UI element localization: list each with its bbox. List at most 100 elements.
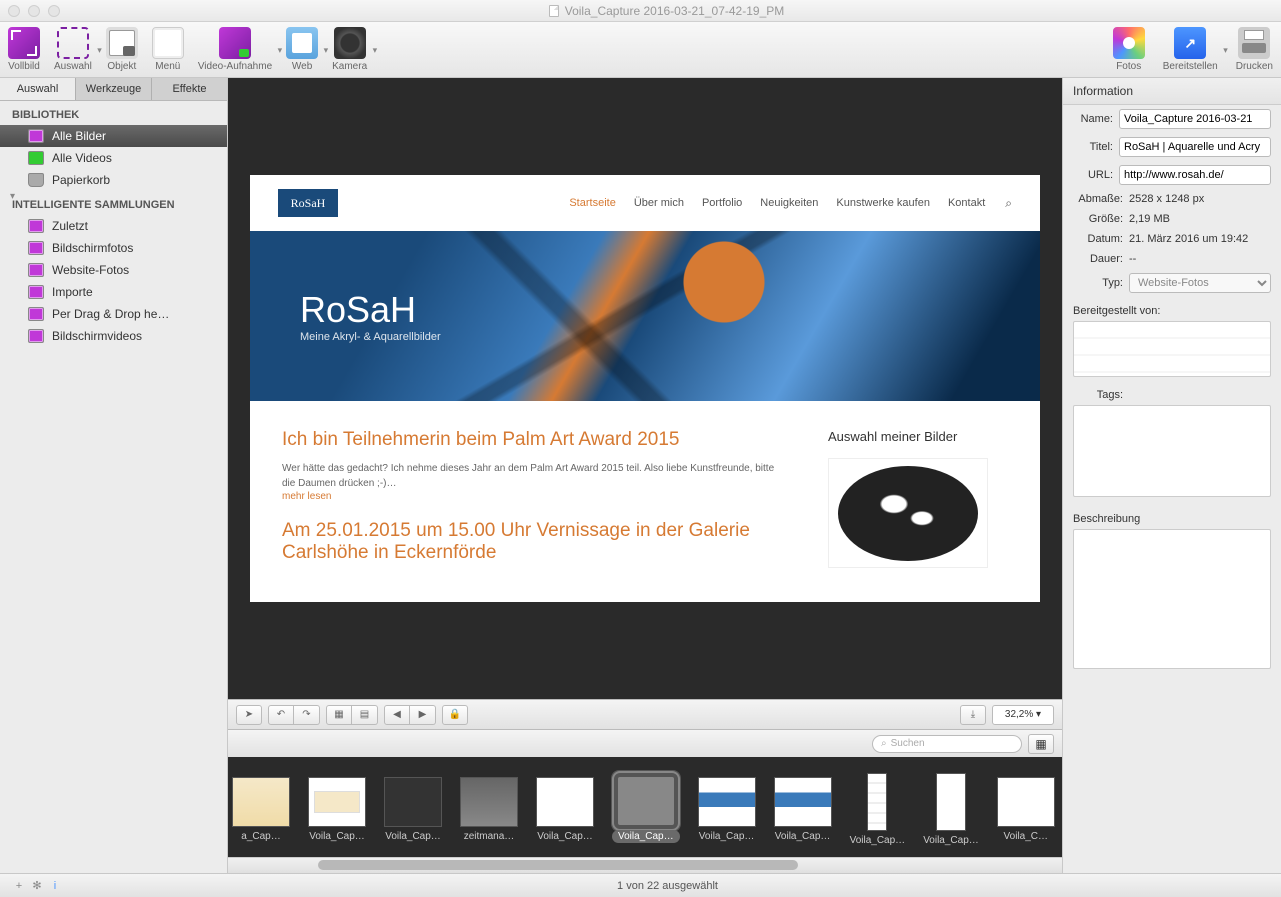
thumbnail-label: Voila_Cap… [923,835,979,846]
nav-link: Startseite [569,197,615,209]
menu-icon [152,27,184,59]
sidebar-item-label: Bildschirmvideos [52,329,142,343]
hero-subtitle: Meine Akryl- & Aquarellbilder [300,331,1040,343]
collection-icon [28,263,44,277]
thumbnail-item[interactable]: Voila_C… [997,777,1055,842]
sidebar-item[interactable]: Alle Videos [0,147,227,169]
dimensions-label: Abmaße: [1073,193,1123,205]
kamera-icon [334,27,366,59]
thumbnail-item[interactable]: Voila_Cap… [612,776,680,843]
sidebar-item-label: Alle Videos [52,151,112,165]
fit-button[interactable]: ⤓ [960,705,986,725]
size-label: Größe: [1073,213,1123,225]
thumbnail-label: Voila_C… [1004,831,1048,842]
nav-prev-button[interactable]: ◀ [384,705,410,725]
type-select[interactable]: Website-Fotos [1129,273,1271,293]
redo-button[interactable]: ↷ [294,705,320,725]
hero-title: RoSaH [300,289,1040,331]
align-button-1[interactable]: ▦ [326,705,352,725]
thumbnail-item[interactable]: Voila_Cap… [308,777,366,842]
tab-werkzeuge[interactable]: Werkzeuge [76,78,152,100]
chevron-down-icon: ▾ [1223,45,1228,56]
sidebar-item-label: Papierkorb [52,173,110,187]
nav-link: Neuigkeiten [760,197,818,209]
fotos-icon [1113,27,1145,59]
thumbnail-image [698,777,756,827]
thumbnail-image [384,777,442,827]
title-field[interactable] [1119,137,1271,157]
thumbnail-item[interactable]: Voila_Cap… [774,777,832,842]
sidebar-item[interactable]: Alle Bilder [0,125,227,147]
tool-label: Kamera [332,61,367,72]
objekt-button[interactable]: Objekt [106,27,138,72]
thumbnail-label: Voila_Cap… [775,831,831,842]
sidebar-item[interactable]: Per Drag & Drop he… [0,303,227,325]
type-label: Typ: [1073,277,1123,289]
name-field[interactable] [1119,109,1271,129]
close-window[interactable] [8,5,20,17]
disclosure-triangle[interactable]: ▾ [10,191,15,202]
site-logo: RoSaH [278,189,338,217]
tags-field[interactable] [1073,405,1271,497]
tags-label: Tags: [1073,389,1123,401]
add-button[interactable]: + [10,878,28,894]
menu-button[interactable]: Menü [152,27,184,72]
thumbnail-image [936,773,966,831]
thumbnail-item[interactable]: Voila_Cap… [698,777,756,842]
sidebar-item[interactable]: Bildschirmvideos [0,325,227,347]
share-button[interactable]: Bereitstellen▾ [1163,27,1218,72]
thumbnail-item[interactable]: Voila_Cap… [923,773,979,846]
settings-button[interactable]: ✻ [28,878,46,894]
collection-icon [28,151,44,165]
vollbild-button[interactable]: Vollbild [8,27,40,72]
share-icon [1174,27,1206,59]
sidebar-item[interactable]: Website-Fotos [0,259,227,281]
sidebar-item[interactable]: Papierkorb [0,169,227,191]
auswahl-button[interactable]: Auswahl▾ [54,27,92,72]
sidebar: AuswahlWerkzeugeEffekte BIBLIOTHEKAlle B… [0,78,228,873]
kamera-button[interactable]: Kamera▾ [332,27,367,72]
align-button-2[interactable]: ▤ [352,705,378,725]
search-placeholder: Suchen [891,738,925,749]
zoom-window[interactable] [48,5,60,17]
web-button[interactable]: Web▾ [286,27,318,72]
url-field[interactable] [1119,165,1271,185]
undo-button[interactable]: ↶ [268,705,294,725]
nav-next-button[interactable]: ▶ [410,705,436,725]
thumbnail-image [617,776,675,826]
thumbnail-item[interactable]: Voila_Cap… [850,773,906,846]
zoom-value[interactable]: 32,2% ▾ [992,705,1054,725]
tab-effekte[interactable]: Effekte [152,78,227,100]
thumbnail-item[interactable]: zeitmana… [460,777,518,842]
thumbnail-scrollbar[interactable] [228,857,1062,873]
sidebar-item[interactable]: Zuletzt [0,215,227,237]
info-button[interactable]: i [46,878,64,894]
thumbnail-item[interactable]: Voila_Cap… [536,777,594,842]
preview-area[interactable]: RoSaH StartseiteÜber michPortfolioNeuigk… [228,78,1062,699]
fotos-button[interactable]: Fotos [1113,27,1145,72]
window-title: Voila_Capture 2016-03-21_07-42-19_PM [60,4,1273,18]
pointer-tool[interactable]: ➤ [236,705,262,725]
video-button[interactable]: Video-Aufnahme▾ [198,27,272,72]
sidebar-item[interactable]: Bildschirmfotos [0,237,227,259]
window-title-text: Voila_Capture 2016-03-21_07-42-19_PM [565,4,785,18]
print-button[interactable]: Drucken [1236,27,1273,72]
thumbnail-item[interactable]: a_Cap… [232,777,290,842]
thumbnail-item[interactable]: Voila_Cap… [384,777,442,842]
document-icon [549,5,559,17]
nav-link: Kontakt [948,197,985,209]
sidebar-item-label: Website-Fotos [52,263,129,277]
tool-label: Menü [155,61,180,72]
minimize-window[interactable] [28,5,40,17]
description-field[interactable] [1073,529,1271,669]
thumbnail-image [308,777,366,827]
window-controls [8,5,60,17]
tab-auswahl[interactable]: Auswahl [0,78,76,100]
thumbnail-strip[interactable]: a_Cap… Voila_Cap… Voila_Cap… zeitmana… Voila… [228,757,1062,857]
scrollbar-handle[interactable] [318,860,798,870]
lock-button[interactable]: 🔒 [442,705,468,725]
thumbnail-label: zeitmana… [464,831,515,842]
search-input[interactable]: ⌕ Suchen [872,735,1022,753]
view-mode-button[interactable]: ▦ [1028,734,1054,754]
sidebar-item[interactable]: Importe [0,281,227,303]
